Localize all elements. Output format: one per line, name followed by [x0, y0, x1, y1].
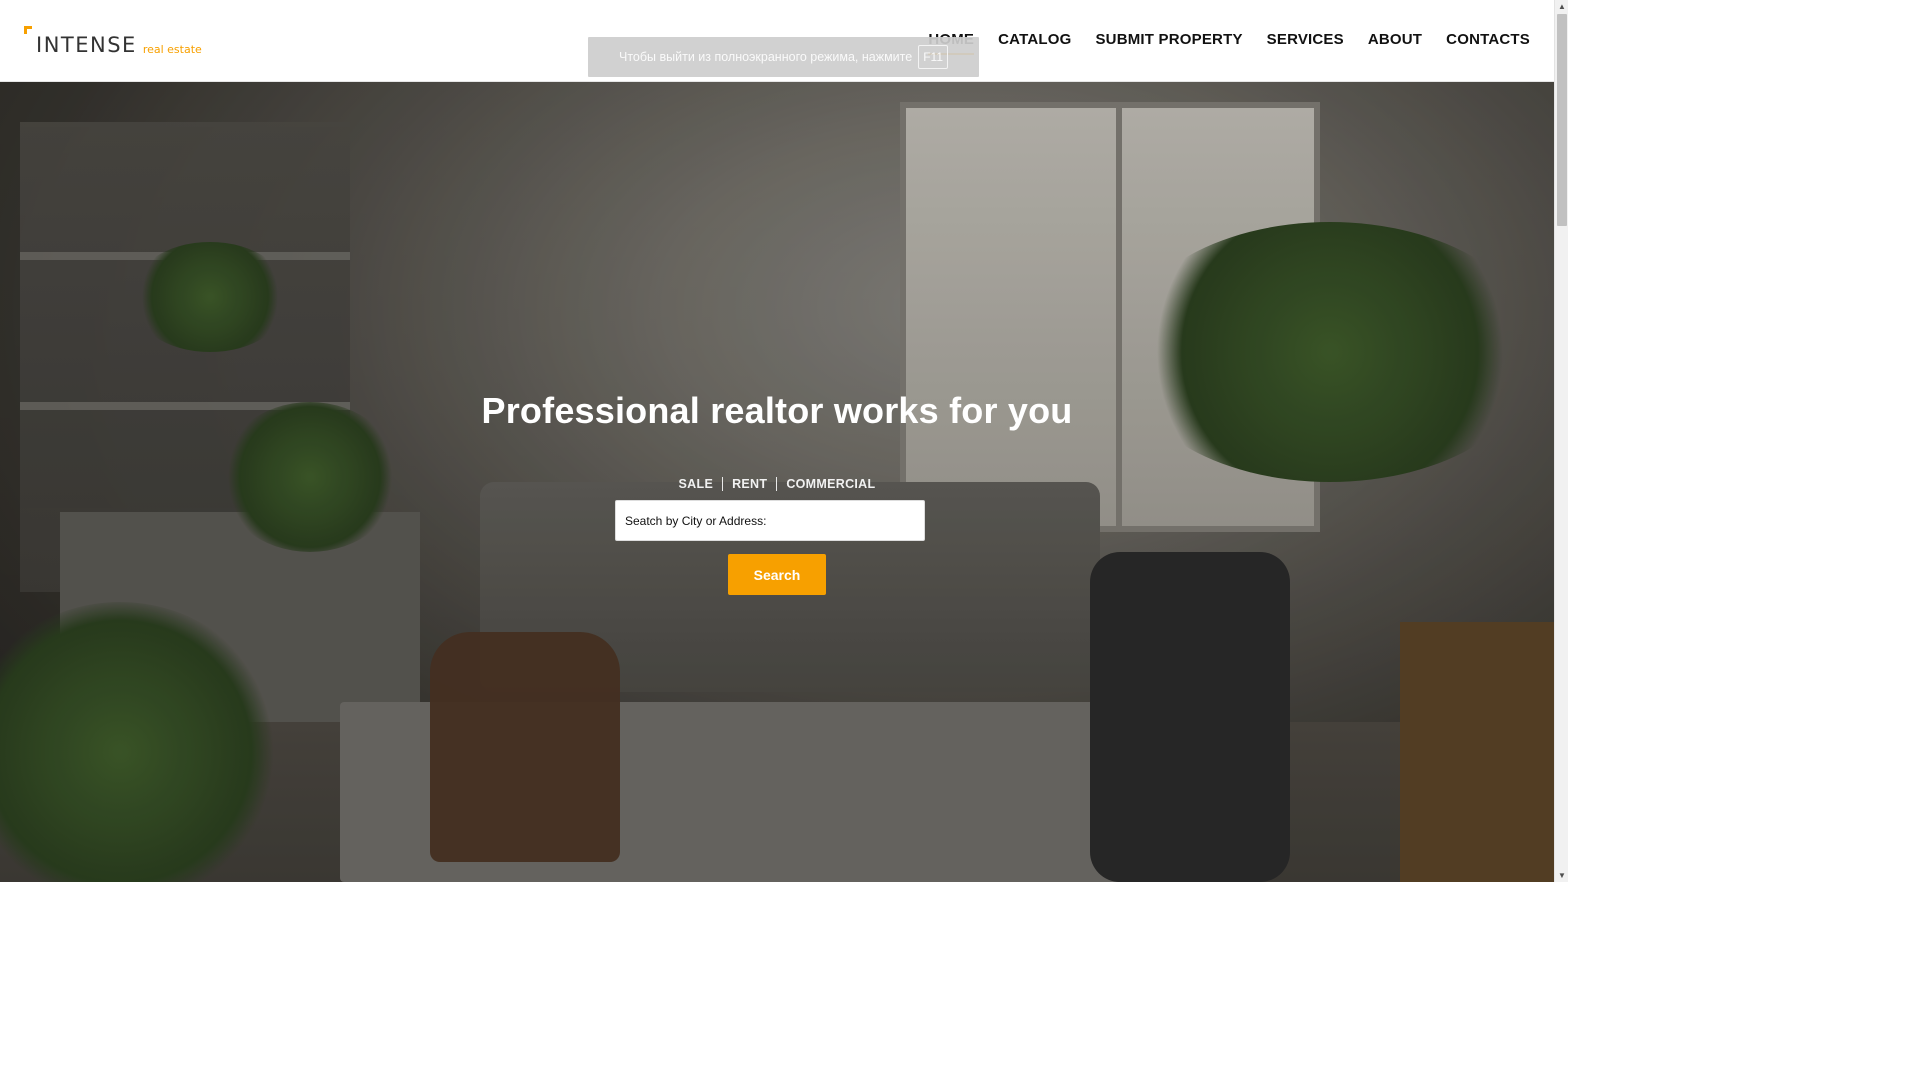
search-type-tabs: SALE RENT COMMERCIAL [0, 477, 1554, 491]
scroll-up-arrow-icon[interactable]: ▲ [1558, 3, 1566, 11]
hero-title: Professional realtor works for you [481, 390, 1073, 431]
nav-services[interactable]: SERVICES [1267, 31, 1344, 48]
logo-corner-mark [24, 26, 32, 34]
site-logo[interactable]: INTENSE real estate [24, 26, 202, 56]
tab-sale[interactable]: SALE [670, 477, 723, 491]
nav-catalog[interactable]: CATALOG [998, 31, 1071, 48]
f11-key-badge: F11 [918, 45, 948, 69]
nav-about[interactable]: ABOUT [1368, 31, 1422, 48]
hero-section: Professional realtor works for you SALE … [0, 82, 1554, 882]
search-input[interactable] [615, 500, 925, 541]
tab-commercial[interactable]: COMMERCIAL [777, 477, 884, 491]
scrollbar-thumb[interactable] [1557, 14, 1567, 226]
page-scrollbar[interactable]: ▲ ▼ [1554, 0, 1568, 882]
search-button[interactable]: Search [728, 554, 826, 595]
nav-submit-property[interactable]: SUBMIT PROPERTY [1095, 31, 1242, 48]
tab-rent[interactable]: RENT [723, 477, 776, 491]
fullscreen-hint-text: Чтобы выйти из полноэкранного режима, на… [619, 50, 913, 64]
fullscreen-exit-hint: Чтобы выйти из полноэкранного режима, на… [588, 37, 979, 77]
logo-sub-text: real estate [142, 43, 202, 56]
logo-main-text: INTENSE [36, 33, 137, 57]
nav-contacts[interactable]: CONTACTS [1446, 31, 1530, 48]
main-nav: HOME CATALOG SUBMIT PROPERTY SERVICES AB… [928, 31, 1530, 55]
scroll-down-arrow-icon[interactable]: ▼ [1558, 872, 1566, 880]
